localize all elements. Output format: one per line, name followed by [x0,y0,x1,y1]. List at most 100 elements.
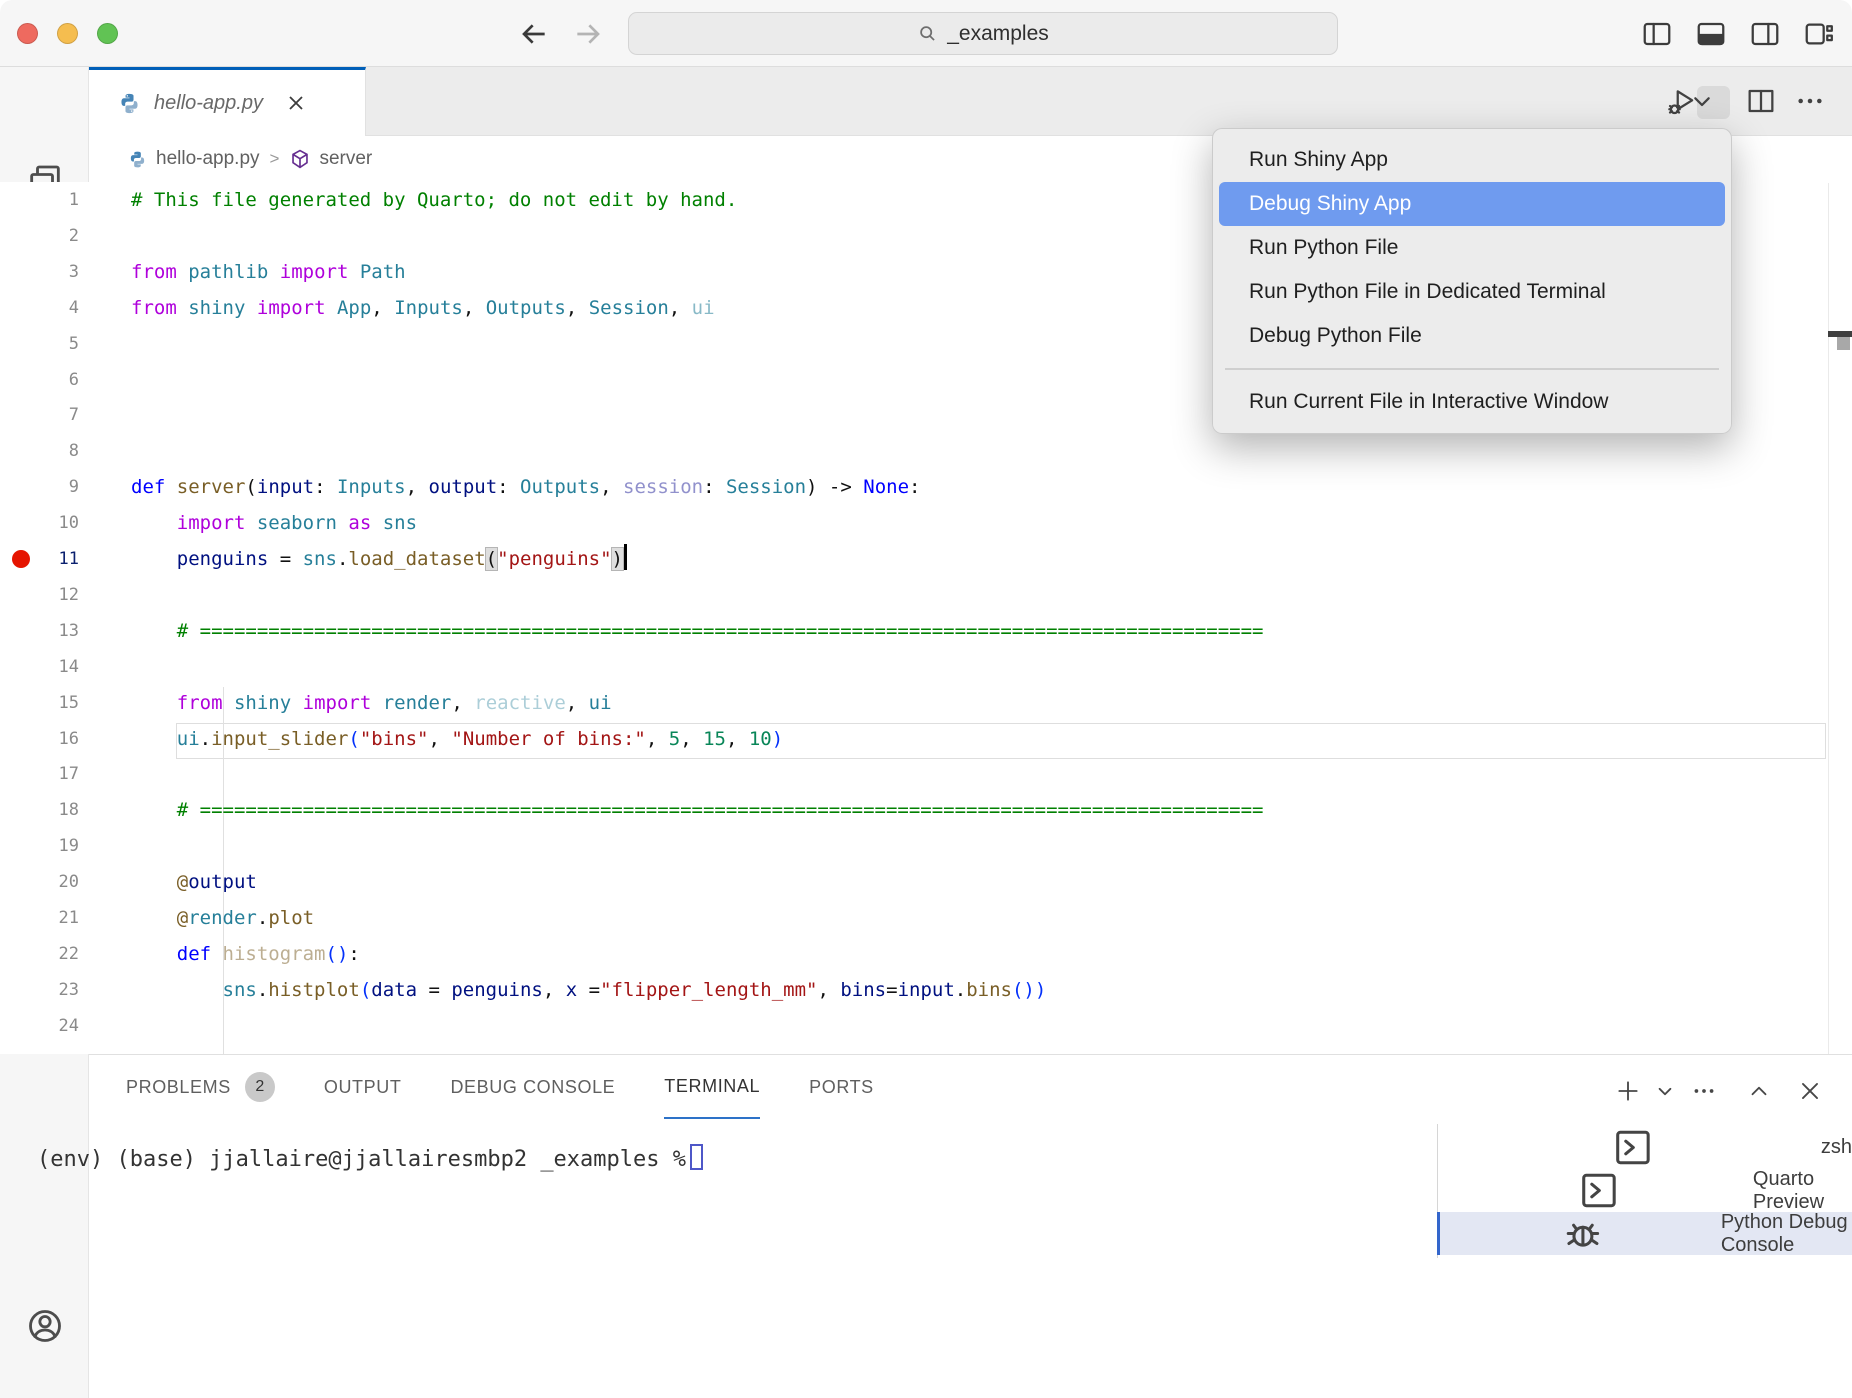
toggle-left-panel-icon[interactable] [1641,18,1673,50]
customize-layout-icon[interactable] [1803,18,1835,50]
code-line-15[interactable]: 15 from shiny import render, reactive, u… [0,685,1852,721]
toggle-right-panel-icon[interactable] [1749,18,1781,50]
code-line-23[interactable]: 23 sns.histplot(data = penguins, x ="fli… [0,972,1852,1008]
line-number[interactable]: 23 [0,972,79,1008]
code-line-21[interactable]: 21 @render.plot [0,900,1852,936]
terminal-icon [1457,1126,1809,1169]
code-line-16[interactable]: 16 ui.input_slider("bins", "Number of bi… [0,721,1852,757]
line-number[interactable]: 13 [0,613,79,649]
more-actions-button[interactable] [1691,1078,1717,1104]
editor-scrollbar-track [1828,183,1829,1054]
code-line-8[interactable]: 8 [0,433,1852,469]
code-line-12[interactable]: 12 [0,577,1852,613]
line-number[interactable]: 5 [0,326,79,362]
line-number[interactable]: 10 [0,505,79,541]
forward-arrow-icon[interactable] [572,18,604,50]
split-editor-button[interactable] [1745,85,1777,117]
command-center-search[interactable]: _examples [628,12,1338,55]
code-line-14[interactable]: 14 [0,649,1852,685]
code-line-17[interactable]: 17 [0,756,1852,792]
terminal-prompt[interactable]: (env) (base) jjallaire@jjallairesmbp2 _e… [37,1144,703,1172]
menu-item-run-shiny-app[interactable]: Run Shiny App [1219,138,1725,182]
line-number[interactable]: 12 [0,577,79,613]
breadcrumb-separator: > [270,149,280,169]
line-number[interactable]: 24 [0,1008,79,1044]
line-number[interactable]: 17 [0,756,79,792]
line-number[interactable]: 15 [0,685,79,721]
new-terminal-button[interactable] [1615,1078,1641,1104]
line-number[interactable]: 9 [0,469,79,505]
code-line-18[interactable]: 18 # ===================================… [0,792,1852,828]
terminal-item-zsh[interactable]: zsh [1437,1126,1852,1169]
line-number[interactable]: 21 [0,900,79,936]
zoom-button[interactable] [97,23,118,44]
run-dropdown-chevron-icon [1686,85,1718,117]
line-number[interactable]: 2 [0,218,79,254]
panel-tab-ports[interactable]: PORTS [809,1055,874,1119]
menu-item-run-python-file-in-dedicated-terminal[interactable]: Run Python File in Dedicated Terminal [1219,270,1725,314]
panel-tab-problems[interactable]: PROBLEMS2 [126,1055,275,1119]
run-options-dropdown-menu: Run Shiny AppDebug Shiny AppRun Python F… [1212,128,1732,434]
maximize-panel-button[interactable] [1746,1078,1772,1104]
new-terminal-icon [1615,1078,1641,1104]
line-number[interactable]: 16 [0,721,79,757]
breadcrumb-symbol[interactable]: server [319,148,372,170]
line-number[interactable]: 4 [0,290,79,326]
line-number[interactable]: 22 [0,936,79,972]
activity-account[interactable] [25,1306,65,1346]
tab-hello-app-py[interactable]: hello-app.py [89,67,366,136]
menu-item-run-python-file[interactable]: Run Python File [1219,226,1725,270]
code-line-11[interactable]: 11 penguins = sns.load_dataset("penguins… [0,541,1852,577]
line-number[interactable]: 8 [0,433,79,469]
toggle-bottom-panel-icon[interactable] [1695,18,1727,50]
menu-separator [1225,368,1719,370]
minimize-button[interactable] [57,23,78,44]
split-editor-icon [1745,85,1777,117]
line-number[interactable]: 7 [0,397,79,433]
terminal-item-quarto-preview[interactable]: Quarto Preview [1437,1169,1852,1212]
back-arrow-icon[interactable] [518,18,550,50]
line-number[interactable]: 20 [0,864,79,900]
code-line-9[interactable]: 9def server(input: Inputs, output: Outpu… [0,469,1852,505]
line-number[interactable]: 3 [0,254,79,290]
terminal-list: zsh Quarto PreviewPython Debug Console [1437,1126,1852,1255]
code-line-13[interactable]: 13 # ===================================… [0,613,1852,649]
line-number[interactable]: 11 [0,541,79,577]
panel-tab-debug-console[interactable]: DEBUG CONSOLE [450,1055,615,1119]
code-line-19[interactable]: 19 [0,828,1852,864]
close-tab-icon[interactable] [284,91,308,115]
line-text: import seaborn as sns [131,505,417,541]
terminal-item-python-debug-console[interactable]: Python Debug Console [1437,1212,1852,1255]
panel-tab-output[interactable]: OUTPUT [324,1055,402,1119]
line-number[interactable]: 1 [0,182,79,218]
line-text: @render.plot [131,900,314,936]
close-button[interactable] [17,23,38,44]
launch-profile-chevron-icon [1652,1078,1678,1104]
terminal-item-label: zsh [1821,1136,1852,1159]
run-dropdown-chevron-button[interactable] [1686,85,1718,117]
line-number[interactable]: 18 [0,792,79,828]
editor-scrollbar-thumb[interactable] [1837,337,1850,350]
editor-cursor [624,544,627,570]
vscode-window: _examples 21 hello-app.py hello-app.py >… [0,0,1852,1398]
menu-item-debug-shiny-app[interactable]: Debug Shiny App [1219,182,1725,226]
code-line-24[interactable]: 24 [0,1008,1852,1044]
line-number[interactable]: 14 [0,649,79,685]
line-number[interactable]: 19 [0,828,79,864]
line-number[interactable]: 6 [0,362,79,398]
close-panel-button[interactable] [1797,1078,1823,1104]
code-line-22[interactable]: 22 def histogram(): [0,936,1852,972]
search-text: _examples [947,22,1049,46]
panel-tab-label: PROBLEMS [126,1077,231,1098]
panel-tab-terminal[interactable]: TERMINAL [664,1055,760,1119]
more-actions-button[interactable] [1794,85,1826,117]
breadcrumb-file[interactable]: hello-app.py [156,148,260,170]
more-actions-icon [1691,1078,1717,1104]
launch-profile-chevron-button[interactable] [1652,1078,1678,1104]
account-icon [25,1306,65,1346]
menu-item-debug-python-file[interactable]: Debug Python File [1219,314,1725,358]
code-line-20[interactable]: 20 @output [0,864,1852,900]
code-line-10[interactable]: 10 import seaborn as sns [0,505,1852,541]
menu-item-run-current-file-in-interactive-window[interactable]: Run Current File in Interactive Window [1219,380,1725,424]
terminal-cursor [690,1144,703,1170]
